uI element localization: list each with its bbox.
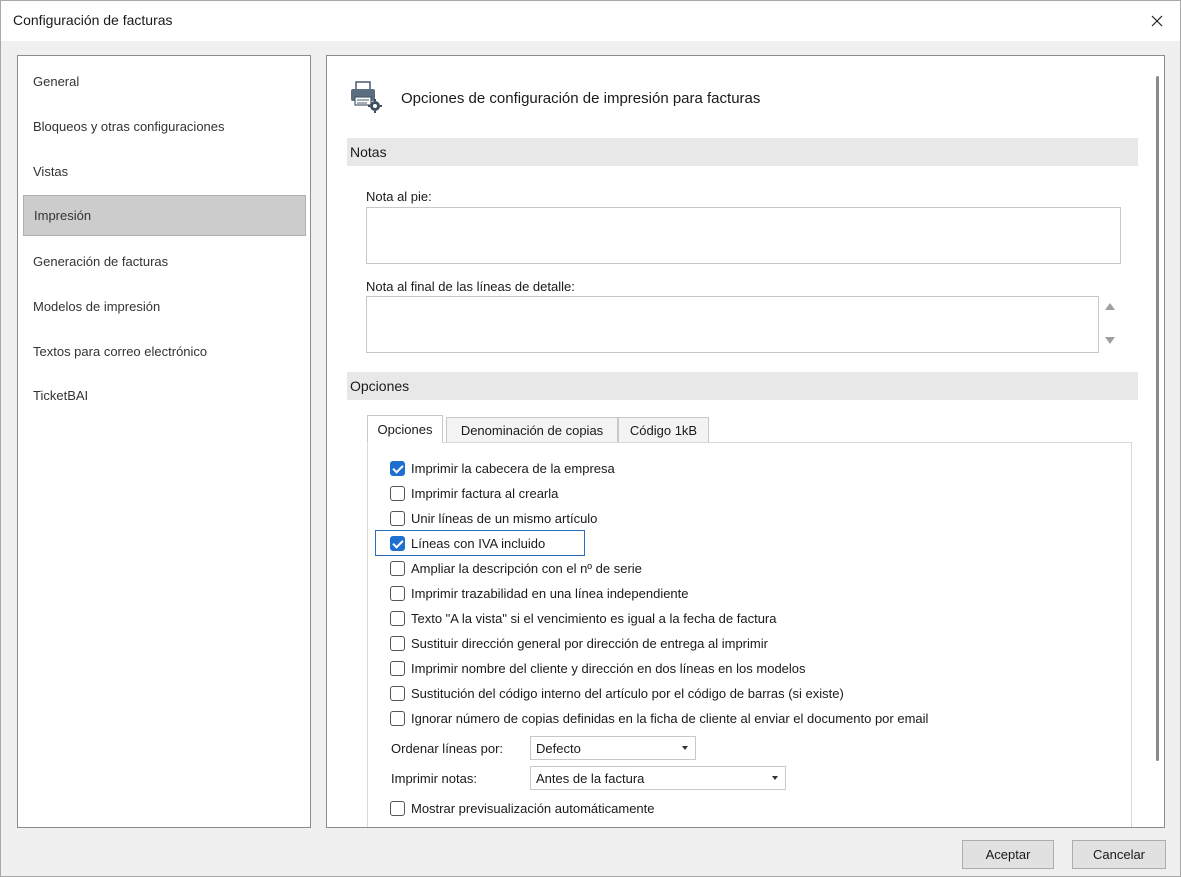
content-panel: Opciones de configuración de impresión p… — [326, 55, 1165, 828]
dropdown-arrow-icon — [772, 776, 778, 780]
nav-item-bloqueos[interactable]: Bloqueos y otras configuraciones — [23, 106, 306, 147]
nav-item-label: Bloqueos y otras configuraciones — [33, 119, 225, 134]
nav-panel: General Bloqueos y otras configuraciones… — [17, 55, 311, 828]
checkbox-icon[interactable] — [390, 585, 405, 601]
dropdown-arrow-icon — [682, 746, 688, 750]
checkbox-unir-lineas[interactable]: Unir líneas de un mismo artículo — [390, 509, 597, 527]
tab-opciones[interactable]: Opciones — [367, 415, 443, 443]
imprimir-notas-value: Antes de la factura — [536, 770, 645, 786]
checkbox-label: Imprimir la cabecera de la empresa — [411, 460, 615, 476]
section-opciones: Opciones — [347, 372, 1138, 400]
nota-pie-textarea[interactable] — [366, 207, 1121, 264]
nav-item-label: TicketBAI — [33, 388, 89, 403]
checkbox-label: Mostrar previsualización automáticamente — [411, 800, 655, 816]
imprimir-notas-label: Imprimir notas: — [391, 771, 477, 786]
imprimir-notas-select[interactable]: Antes de la factura — [530, 766, 786, 790]
checkbox-icon[interactable] — [390, 635, 405, 651]
close-icon — [1151, 15, 1163, 27]
nav-item-label: General — [33, 74, 80, 89]
checkbox-imprimir-cabecera[interactable]: Imprimir la cabecera de la empresa — [390, 459, 615, 477]
checkbox-nombre-dos-lineas[interactable]: Imprimir nombre del cliente y dirección … — [390, 659, 806, 677]
checkbox-texto-a-la-vista[interactable]: Texto "A la vista" si el vencimiento es … — [390, 609, 776, 627]
nav-item-label: Impresión — [34, 208, 92, 223]
checkbox-label: Sustituir dirección general por direcció… — [411, 635, 768, 651]
checkbox-sustituir-direccion[interactable]: Sustituir dirección general por direcció… — [390, 634, 768, 652]
checkbox-icon[interactable] — [390, 610, 405, 626]
checkbox-label: Ampliar la descripción con el nº de seri… — [411, 560, 642, 576]
checkbox-label: Líneas con IVA incluido — [411, 535, 546, 551]
nav-item-modelos[interactable]: Modelos de impresión — [23, 286, 306, 327]
tab-codigo-1kb[interactable]: Código 1kB — [618, 417, 709, 443]
close-button[interactable] — [1134, 1, 1180, 41]
ordenar-label: Ordenar líneas por: — [391, 741, 504, 756]
page-title: Opciones de configuración de impresión p… — [401, 90, 761, 107]
checkbox-imprimir-al-crear[interactable]: Imprimir factura al crearla — [390, 484, 558, 502]
checkbox-icon[interactable] — [390, 560, 405, 576]
accept-button[interactable]: Aceptar — [962, 840, 1054, 869]
title-bar: Configuración de facturas — [1, 1, 1180, 41]
checkbox-label: Sustitución del código interno del artíc… — [411, 685, 844, 701]
checkbox-label: Imprimir trazabilidad en una línea indep… — [411, 585, 689, 601]
nav-item-label: Generación de facturas — [33, 254, 169, 269]
nav-item-vistas[interactable]: Vistas — [23, 151, 306, 192]
nav-item-label: Vistas — [33, 164, 69, 179]
printer-settings-icon — [351, 81, 382, 113]
checkbox-trazabilidad[interactable]: Imprimir trazabilidad en una línea indep… — [390, 584, 689, 602]
ordenar-value: Defecto — [536, 740, 581, 756]
checkbox-icon[interactable] — [390, 485, 405, 501]
checkbox-icon[interactable] — [390, 685, 405, 701]
checkbox-codigo-barras[interactable]: Sustitución del código interno del artíc… — [390, 684, 844, 702]
nav-item-ticketbai[interactable]: TicketBAI — [23, 375, 306, 416]
nav-item-general[interactable]: General — [23, 61, 306, 102]
checkbox-checked-icon[interactable] — [390, 535, 405, 551]
checkbox-iva-incluido[interactable]: Líneas con IVA incluido — [390, 534, 545, 552]
checkbox-previsualizacion[interactable]: Mostrar previsualización automáticamente — [390, 799, 655, 817]
nota-final-scrollbar[interactable] — [1099, 296, 1121, 353]
dialog-window: Configuración de facturas General Bloque… — [0, 0, 1181, 877]
checkbox-icon[interactable] — [390, 510, 405, 526]
window-title: Configuración de facturas — [13, 12, 173, 28]
nav-item-impresion[interactable]: Impresión — [23, 195, 306, 236]
nota-pie-label: Nota al pie: — [366, 189, 432, 204]
checkbox-icon[interactable] — [390, 710, 405, 726]
checkbox-icon[interactable] — [390, 800, 405, 816]
scroll-down-icon[interactable] — [1105, 337, 1115, 344]
checkbox-ignorar-copias[interactable]: Ignorar número de copias definidas en la… — [390, 709, 928, 727]
tab-denominacion-copias[interactable]: Denominación de copias — [446, 417, 618, 443]
nota-final-label: Nota al final de las líneas de detalle: — [366, 279, 575, 294]
checkbox-label: Imprimir nombre del cliente y dirección … — [411, 660, 806, 676]
nav-item-textos-correo[interactable]: Textos para correo electrónico — [23, 331, 306, 372]
checkbox-checked-icon[interactable] — [390, 460, 405, 476]
nav-item-generacion[interactable]: Generación de facturas — [23, 241, 306, 282]
checkbox-icon[interactable] — [390, 660, 405, 676]
nota-final-textarea[interactable] — [366, 296, 1099, 353]
vertical-scrollbar[interactable] — [1156, 76, 1159, 761]
ordenar-select[interactable]: Defecto — [530, 736, 696, 760]
scroll-up-icon[interactable] — [1105, 303, 1115, 310]
nav-item-label: Textos para correo electrónico — [33, 344, 208, 359]
checkbox-ampliar-descripcion[interactable]: Ampliar la descripción con el nº de seri… — [390, 559, 642, 577]
checkbox-label: Unir líneas de un mismo artículo — [411, 510, 598, 526]
cancel-button[interactable]: Cancelar — [1072, 840, 1166, 869]
nav-item-label: Modelos de impresión — [33, 299, 161, 314]
checkbox-label: Texto "A la vista" si el vencimiento es … — [411, 610, 777, 626]
checkbox-label: Ignorar número de copias definidas en la… — [411, 710, 929, 726]
section-notas: Notas — [347, 138, 1138, 166]
checkbox-label: Imprimir factura al crearla — [411, 485, 559, 501]
